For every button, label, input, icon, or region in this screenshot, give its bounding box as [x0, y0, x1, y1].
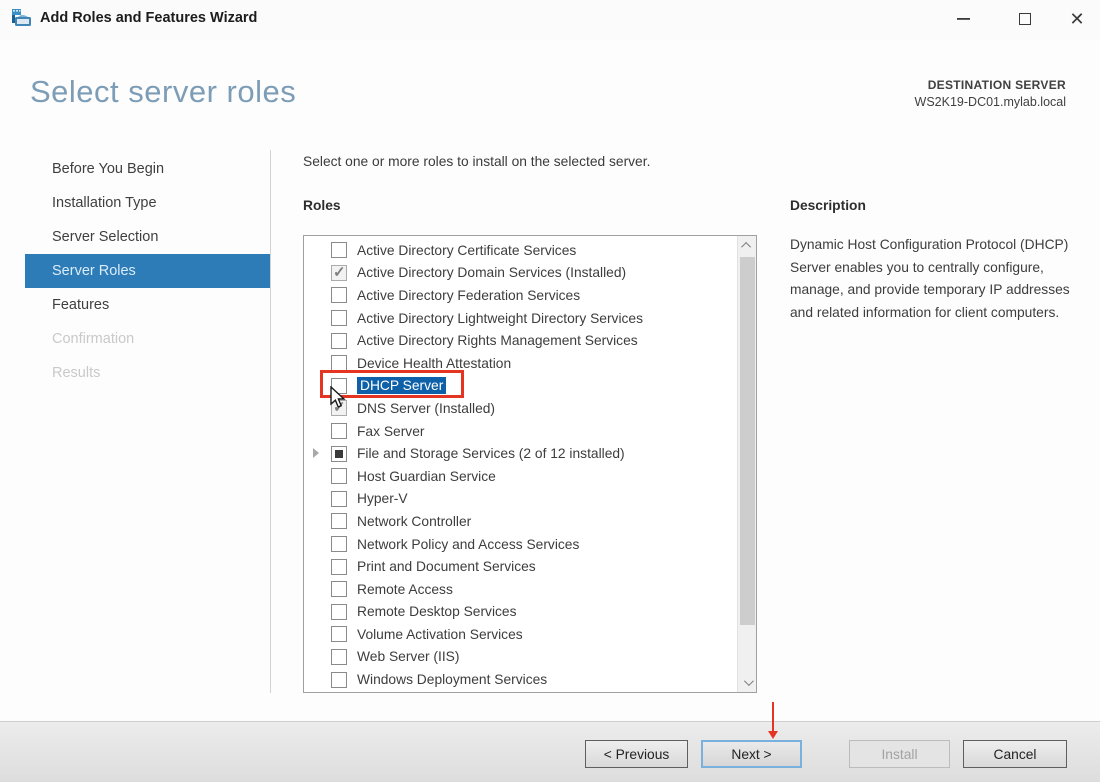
close-button[interactable]: ✕ [1054, 0, 1100, 38]
role-label: Remote Desktop Services [357, 604, 517, 620]
role-row-volume-activation-services[interactable]: Volume Activation Services [304, 623, 737, 646]
role-row-print-and-document-services[interactable]: Print and Document Services [304, 555, 737, 578]
sidebar-item-installation-type[interactable]: Installation Type [25, 186, 270, 220]
footer-button-bar: < Previous Next > Install Cancel [0, 721, 1100, 782]
roles-list: Active Directory Certificate Services Act… [304, 236, 737, 692]
role-checkbox-network-policy-and-access-services[interactable] [331, 536, 347, 553]
destination-server-block: DESTINATION SERVER WS2K19-DC01.mylab.loc… [915, 78, 1066, 109]
role-row-file-and-storage-services-2-of-12-installed[interactable]: File and Storage Services (2 of 12 insta… [304, 442, 737, 465]
role-label: Print and Document Services [357, 559, 536, 575]
expand-arrow-icon[interactable] [313, 448, 319, 459]
role-label: DNS Server (Installed) [357, 400, 496, 416]
scrollbar-down-arrow-icon[interactable] [738, 673, 757, 692]
role-label: Network Controller [357, 513, 472, 529]
sidebar-nav: Before You Begin Installation Type Server … [25, 152, 270, 390]
maximize-button[interactable] [1002, 0, 1048, 38]
role-row-active-directory-federation-services[interactable]: Active Directory Federation Services [304, 284, 737, 307]
role-label: Active Directory Certificate Services [357, 242, 577, 258]
role-checkbox-host-guardian-service[interactable] [331, 468, 347, 485]
role-checkbox-remote-access[interactable] [331, 581, 347, 598]
sidebar-item-features[interactable]: Features [25, 288, 270, 322]
scrollbar-up-arrow-icon[interactable] [738, 236, 757, 255]
role-checkbox-active-directory-lightweight-directory-services[interactable] [331, 310, 347, 327]
role-checkbox-active-directory-federation-services[interactable] [331, 287, 347, 304]
title-bar: Add Roles and Features Wizard ✕ [0, 0, 1100, 40]
sidebar-item-server-roles[interactable]: Server Roles [25, 254, 270, 288]
roles-listbox: Active Directory Certificate Services Act… [303, 235, 757, 693]
role-row-web-server-iis[interactable]: Web Server (IIS) [304, 646, 737, 669]
role-label: Remote Access [357, 581, 453, 597]
role-label: Hyper-V [357, 491, 408, 507]
role-row-active-directory-lightweight-directory-services[interactable]: Active Directory Lightweight Directory S… [304, 307, 737, 330]
maximize-icon [1019, 13, 1031, 25]
role-checkbox-volume-activation-services[interactable] [331, 626, 347, 643]
sidebar-item-before-you-begin[interactable]: Before You Begin [25, 152, 270, 186]
destination-server-name: WS2K19-DC01.mylab.local [914, 95, 1066, 109]
page-title: Select server roles [30, 74, 297, 109]
next-button[interactable]: Next > [701, 740, 802, 768]
sidebar-item-results: Results [52, 365, 101, 381]
server-manager-icon [10, 8, 34, 30]
role-checkbox-remote-desktop-services[interactable] [331, 603, 347, 620]
role-row-windows-deployment-services[interactable]: Windows Deployment Services [304, 668, 737, 691]
role-label: Volume Activation Services [357, 626, 523, 642]
role-checkbox-file-and-storage-services-2-of-12-installed[interactable] [331, 445, 347, 462]
role-row-remote-desktop-services[interactable]: Remote Desktop Services [304, 601, 737, 624]
cancel-button[interactable]: Cancel [963, 740, 1067, 768]
role-label: Active Directory Federation Services [357, 287, 581, 303]
annotation-arrow [766, 702, 780, 742]
role-checkbox-device-health-attestation[interactable] [331, 355, 347, 372]
role-row-host-guardian-service[interactable]: Host Guardian Service [304, 465, 737, 488]
role-label: Active Directory Rights Management Servi… [357, 333, 638, 349]
role-checkbox-fax-server[interactable] [331, 423, 347, 440]
window-title: Add Roles and Features Wizard [40, 10, 258, 26]
scrollbar[interactable] [737, 236, 756, 692]
role-label: Web Server (IIS) [357, 649, 460, 665]
previous-button[interactable]: < Previous [585, 740, 688, 768]
description-text: Dynamic Host Configuration Protocol (DHC… [790, 237, 1070, 320]
role-label: Network Policy and Access Services [357, 536, 580, 552]
role-label: Active Directory Lightweight Directory S… [357, 310, 643, 326]
description-heading: Description [790, 198, 866, 213]
install-button: Install [849, 740, 950, 768]
role-row-dns-server-installed[interactable]: DNS Server (Installed) [304, 397, 737, 420]
role-row-network-controller[interactable]: Network Controller [304, 510, 737, 533]
sidebar-item-confirmation: Confirmation [52, 331, 135, 347]
role-label: File and Storage Services (2 of 12 insta… [357, 446, 625, 462]
destination-server-label: DESTINATION SERVER [927, 78, 1066, 92]
roles-list-label: Roles [303, 198, 341, 213]
role-label: Device Health Attestation [357, 355, 512, 371]
role-row-active-directory-certificate-services[interactable]: Active Directory Certificate Services [304, 239, 737, 262]
role-checkbox-windows-deployment-services[interactable] [331, 671, 347, 688]
role-row-remote-access[interactable]: Remote Access [304, 578, 737, 601]
role-checkbox-print-and-document-services[interactable] [331, 558, 347, 575]
role-checkbox-active-directory-domain-services-installed[interactable] [331, 263, 347, 281]
sidebar-divider [270, 150, 271, 693]
role-row-active-directory-rights-management-services[interactable]: Active Directory Rights Management Servi… [304, 329, 737, 352]
role-checkbox-network-controller[interactable] [331, 513, 347, 530]
role-checkbox-web-server-iis[interactable] [331, 648, 347, 665]
role-label: Windows Deployment Services [357, 672, 548, 688]
role-row-network-policy-and-access-services[interactable]: Network Policy and Access Services [304, 533, 737, 556]
role-row-hyper-v[interactable]: Hyper-V [304, 488, 737, 511]
scrollbar-thumb[interactable] [740, 257, 755, 625]
mouse-cursor [327, 385, 349, 415]
add-roles-wizard-window: Add Roles and Features Wizard ✕ Select s… [0, 0, 1100, 782]
role-checkbox-active-directory-rights-management-services[interactable] [331, 332, 347, 349]
role-row-fax-server[interactable]: Fax Server [304, 420, 737, 443]
role-label: Fax Server [357, 423, 425, 439]
instruction-text: Select one or more roles to install on t… [303, 154, 651, 169]
role-label: Active Directory Domain Services (Instal… [357, 265, 627, 281]
role-checkbox-hyper-v[interactable] [331, 490, 347, 507]
minimize-button[interactable] [940, 0, 986, 38]
sidebar-item-server-selection[interactable]: Server Selection [25, 220, 270, 254]
role-row-active-directory-domain-services-installed[interactable]: Active Directory Domain Services (Instal… [304, 262, 737, 285]
role-checkbox-active-directory-certificate-services[interactable] [331, 242, 347, 259]
role-label: Host Guardian Service [357, 468, 496, 484]
